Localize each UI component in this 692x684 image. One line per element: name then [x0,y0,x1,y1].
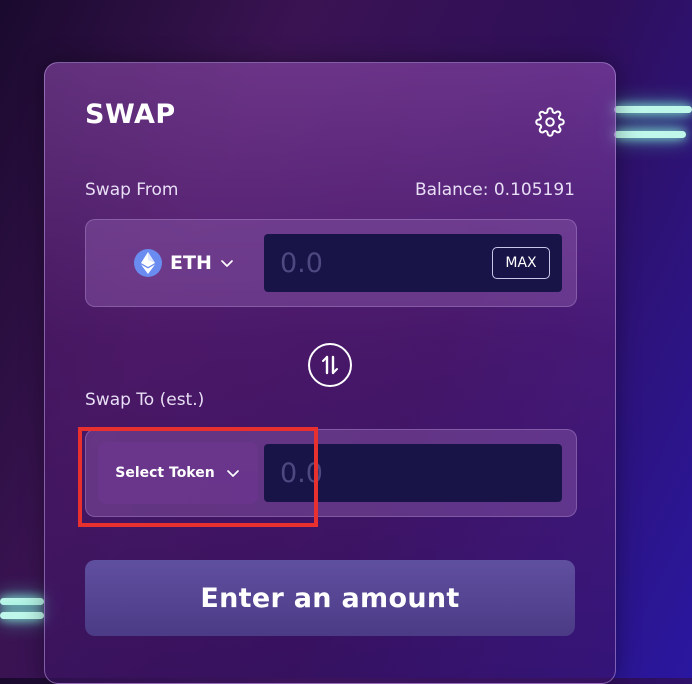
decor-glow-bar [614,106,692,113]
chevron-down-icon [220,260,233,267]
decor-glow-bar [0,612,44,619]
swap-card: SWAP Swap From Balance: 0.105191 ETH 0.0… [44,62,616,684]
from-amount-placeholder: 0.0 [280,247,323,279]
swap-direction-icon [322,355,338,375]
decor-glow-bar [0,598,44,605]
swap-from-panel: ETH 0.0 MAX [85,219,577,307]
swap-title: SWAP [85,99,176,130]
from-amount-input[interactable]: 0.0 MAX [264,234,562,292]
max-button[interactable]: MAX [492,247,550,279]
enter-amount-button[interactable]: Enter an amount [85,560,575,636]
swap-direction-button[interactable] [308,343,352,387]
balance-text: Balance: 0.105191 [414,180,575,200]
swap-from-label: Swap From [85,180,179,200]
gear-icon[interactable] [535,107,565,137]
highlight-box [78,427,318,527]
swap-to-label: Swap To (est.) [85,390,205,410]
from-token-selector[interactable]: ETH [134,220,235,306]
ethereum-icon [134,249,162,277]
from-token-symbol: ETH [170,252,212,274]
decor-glow-bar [614,131,686,138]
